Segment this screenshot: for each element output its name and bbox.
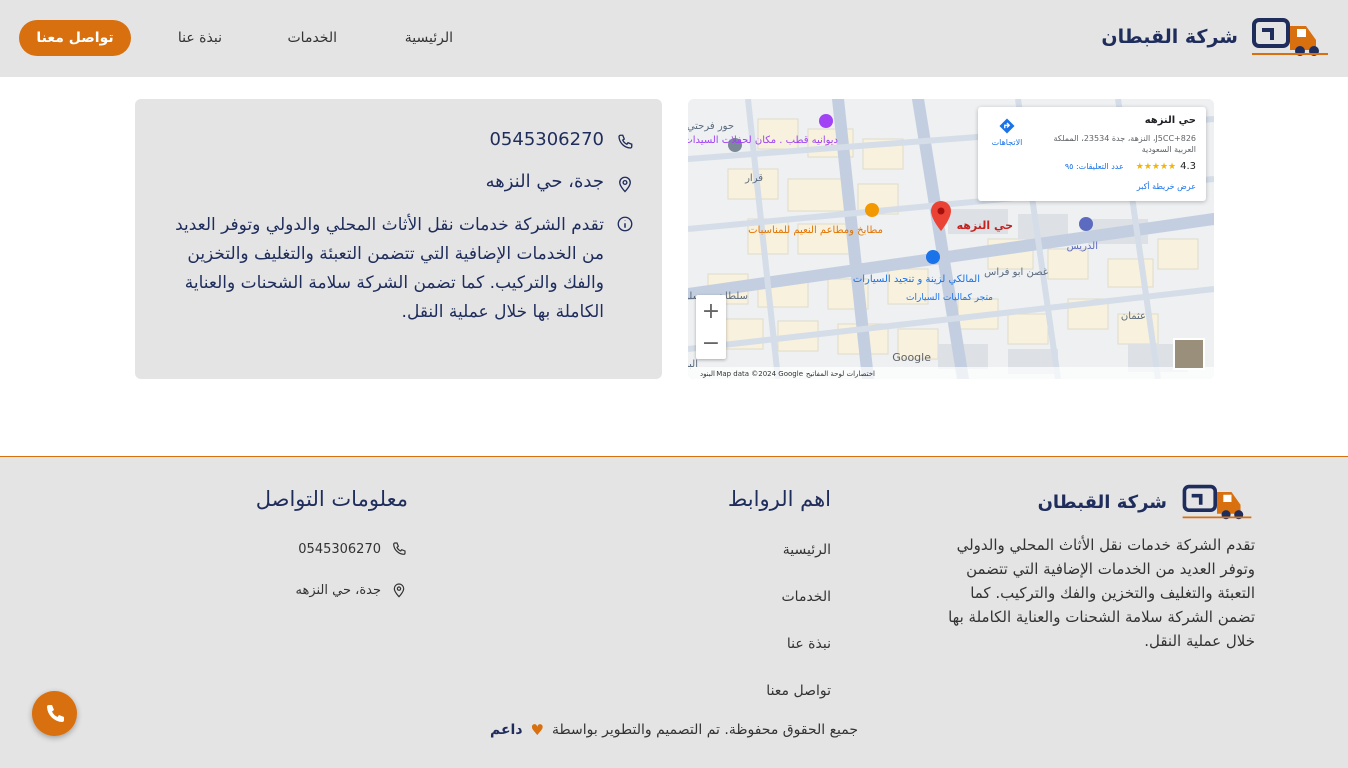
- footer-brand-name: شركة القبطان: [1037, 491, 1167, 513]
- heart-icon: ♥: [530, 721, 544, 739]
- footer-link-contact[interactable]: تواصل معنا: [766, 683, 831, 699]
- view-larger-map-link[interactable]: عرض خريطة أكبر: [1137, 182, 1196, 191]
- contact-heading: معلومات التواصل: [255, 487, 408, 511]
- place-rating: 4.3: [1180, 161, 1196, 172]
- map-label-qarar: قرار: [744, 173, 763, 184]
- footer-link-services[interactable]: الخدمات: [782, 589, 832, 605]
- map-label-maliki-sub: متجر كماليات السيارات: [906, 293, 993, 303]
- footer-location-icon: [393, 583, 405, 598]
- card-description: تقدم الشركة خدمات نقل الأثاث المحلي والد…: [175, 215, 604, 322]
- footer-phone-row: 0545306270: [298, 541, 407, 557]
- nav-home[interactable]: الرئيسية: [405, 30, 453, 46]
- card-description-row: تقدم الشركة خدمات نقل الأثاث المحلي والد…: [164, 211, 634, 327]
- location-pin-icon: [619, 176, 631, 193]
- rating-stars-icon: ★★★★★: [1135, 161, 1177, 172]
- embedded-map[interactable]: حور فرحتي قرار غصن ابو فراس سلطان بن سلم…: [688, 99, 1214, 379]
- map-pin-label: حي النزهه: [957, 219, 1013, 232]
- map-label-diwaniya: ديوانيه قطب . مكان لحفلات السيدات: [688, 135, 838, 146]
- floating-call-button[interactable]: [32, 691, 77, 736]
- card-phone-row: 0545306270: [489, 129, 634, 151]
- map-zoom-control: + −: [696, 295, 726, 359]
- copyright-text: جميع الحقوق محفوظة. تم التصميم والتطوير …: [551, 722, 859, 738]
- map-shortcuts[interactable]: اختصارات لوحة المفاتيح: [806, 370, 875, 378]
- map-label-uthman: عثمان: [1121, 311, 1146, 322]
- footer-link-about[interactable]: نبذة عنا: [787, 636, 831, 652]
- place-address: J5CC+826، النزهة، جدة 23534، المملكة الع…: [1053, 134, 1196, 154]
- map-label-ghusn: غصن ابو فراس: [984, 267, 1048, 278]
- map-info-card: حي النزهه J5CC+826، النزهة، جدة 23534، ا…: [978, 107, 1206, 201]
- footer-link-home[interactable]: الرئيسية: [783, 542, 831, 558]
- floating-phone-icon: [46, 704, 64, 722]
- contact-card: 0545306270 جدة، حي النزهه تقدم الشركة خد…: [135, 99, 662, 379]
- header-brand[interactable]: شركة القبطان: [1101, 16, 1330, 58]
- card-address-row: جدة، حي النزهه: [486, 171, 634, 193]
- copyright-bar: جميع الحقوق محفوظة. تم التصميم والتطوير …: [0, 721, 1348, 739]
- info-icon: [617, 216, 633, 232]
- directions-icon: [999, 118, 1015, 134]
- site-footer: شركة القبطان تقدم الشركة خدمات نقل الأثا…: [0, 456, 1348, 768]
- brand-name: شركة القبطان: [1101, 26, 1238, 48]
- truck-logo-icon: [1252, 18, 1328, 56]
- place-title: حي النزهه: [1144, 115, 1196, 126]
- links-heading: اهم الروابط: [727, 487, 831, 511]
- map-label-khor: حور فرحتي: [688, 121, 734, 132]
- map-label-maliki: المالكي لزينة و تنجيد السيارات: [853, 274, 980, 285]
- card-phone[interactable]: 0545306270: [489, 129, 604, 150]
- directions-label: الاتجاهات: [991, 138, 1023, 147]
- footer-address: جدة، حي النزهه: [295, 582, 382, 598]
- footer-truck-logo-icon: [1182, 484, 1252, 520]
- place-reviews[interactable]: عدد التعليقات: ٩٥: [1065, 162, 1124, 171]
- contact-us-button[interactable]: تواصل معنا: [19, 20, 131, 56]
- map-terms[interactable]: البنود: [700, 370, 715, 378]
- developer-link[interactable]: داعم: [490, 722, 523, 738]
- phone-icon: [618, 134, 633, 149]
- zoom-out-button[interactable]: −: [696, 327, 726, 359]
- map-label-kitchen: مطابخ ومطاعم النعيم للمناسبات: [748, 225, 883, 236]
- google-logo: Google: [892, 351, 931, 364]
- map-attribution: Map data ©2024 Google: [716, 370, 803, 378]
- map-label-drees: الدريس: [1067, 241, 1098, 252]
- nav-about[interactable]: نبذة عنا: [178, 30, 222, 46]
- directions-button[interactable]: الاتجاهات: [990, 117, 1024, 147]
- zoom-in-button[interactable]: +: [696, 295, 726, 327]
- nav-services[interactable]: الخدمات: [288, 30, 338, 46]
- footer-phone[interactable]: 0545306270: [298, 542, 381, 557]
- footer-brand[interactable]: شركة القبطان: [1038, 483, 1255, 521]
- card-address: جدة، حي النزهه: [485, 171, 604, 192]
- footer-description: تقدم الشركة خدمات نقل الأثاث المحلي والد…: [948, 536, 1255, 650]
- footer-phone-icon: [393, 542, 406, 555]
- site-header: شركة القبطان الرئيسية الخدمات نبذة عنا ت…: [0, 0, 1348, 77]
- place-rating-row: 4.3 ★★★★★ عدد التعليقات: ٩٥: [1065, 161, 1196, 172]
- footer-address-row: جدة، حي النزهه: [296, 582, 408, 598]
